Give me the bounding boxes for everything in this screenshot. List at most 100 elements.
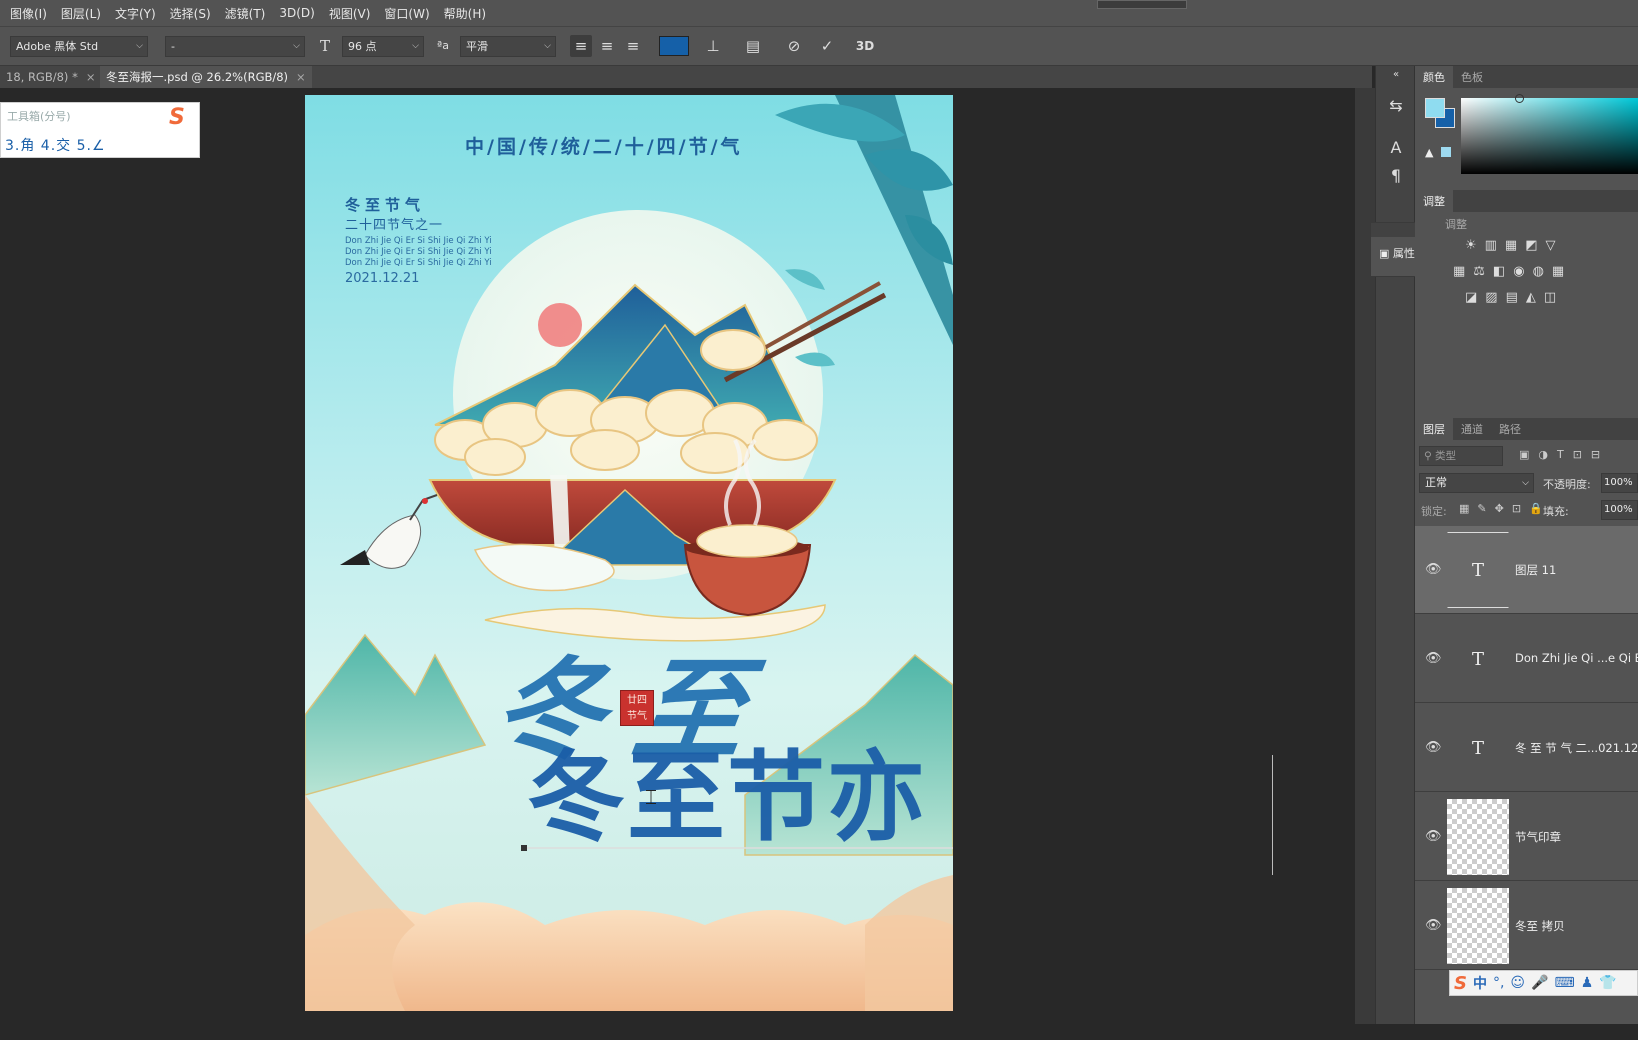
- microphone-icon[interactable]: 🎤: [1531, 975, 1548, 991]
- poster-date: 2021.12.21: [345, 271, 420, 286]
- right-panels: 颜色 色板 ▲ 调整 调整 ☀▥▦◩▽ ▦⚖◧◉◍▦ ◪▨▤◭◫ 图层 通道 路…: [1415, 66, 1638, 1024]
- tab-doc-2[interactable]: 冬至海报一.psd @ 26.2%(RGB/8) ×: [100, 66, 312, 88]
- 3d-button[interactable]: 3D: [854, 35, 876, 57]
- text-cursor-icon: ⌶: [645, 785, 657, 809]
- collapse-icon[interactable]: «: [1376, 66, 1416, 84]
- history-icon[interactable]: ⇆: [1376, 92, 1416, 120]
- skin-icon[interactable]: 👕: [1599, 975, 1616, 991]
- font-family-select[interactable]: Adobe 黑体 Std ⌵: [10, 36, 148, 57]
- align-right-icon[interactable]: ≡: [622, 35, 644, 57]
- layer-name: 图层 11: [1515, 563, 1557, 577]
- poster-pinyin-1: Don Zhi Jie Qi Er Si Shi Jie Qi Zhi Yi: [345, 236, 492, 246]
- eye-icon[interactable]: 👁: [1425, 651, 1442, 666]
- font-size-value: 96 点: [348, 40, 377, 53]
- poster-top-title: 中/国/传/统/二/十/四/节/气: [465, 136, 743, 158]
- close-icon[interactable]: ×: [86, 70, 96, 84]
- adjustment-icons-row-1: ☀▥▦◩▽: [1465, 238, 1564, 253]
- panel-icon-strip: « ⇆ A ¶: [1375, 66, 1415, 1024]
- character-icon[interactable]: A: [1376, 134, 1416, 162]
- commit-icon[interactable]: ✓: [816, 35, 838, 57]
- menu-type[interactable]: 文字(Y): [115, 5, 156, 22]
- text-color-swatch[interactable]: [659, 36, 689, 56]
- adjustment-icons-row-2: ▦⚖◧◉◍▦: [1453, 264, 1573, 279]
- font-style-select[interactable]: - ⌵: [165, 36, 305, 57]
- opacity-label: 不透明度:: [1543, 478, 1591, 491]
- poster-canvas[interactable]: 中/国/传/统/二/十/四/节/气 冬至节气 二十四节气之一 Don Zhi J…: [305, 95, 953, 1011]
- eye-icon[interactable]: 👁: [1425, 918, 1442, 933]
- fill-input[interactable]: 100%: [1601, 500, 1638, 520]
- menu-help[interactable]: 帮助(H): [444, 5, 486, 22]
- emoji-icon[interactable]: ☺: [1510, 975, 1525, 991]
- layer-list: 👁 T 图层 11 👁 T Don Zhi Jie Qi ...e Qi Er …: [1415, 526, 1638, 1040]
- menu-layer[interactable]: 图层(L): [61, 5, 101, 22]
- tab-adjustments[interactable]: 调整: [1415, 190, 1453, 212]
- user-icon[interactable]: ♟: [1581, 975, 1594, 991]
- keyboard-icon[interactable]: ⌨: [1554, 975, 1574, 991]
- poster-solar-term-name: 冬至节气: [345, 196, 426, 214]
- font-size-select[interactable]: 96 点 ⌵: [342, 36, 424, 57]
- paragraph-icon[interactable]: ¶: [1376, 162, 1416, 190]
- layer-name: 冬 至 节 气 二...021.12: [1515, 741, 1638, 755]
- text-layer-icon: T: [1447, 532, 1509, 608]
- menu-select[interactable]: 选择(S): [170, 5, 211, 22]
- foreground-color[interactable]: [1425, 98, 1445, 118]
- layer-row[interactable]: 👁 冬至 拷贝: [1415, 882, 1638, 970]
- color-panel: ▲: [1415, 88, 1638, 190]
- layer-thumbnail: [1447, 799, 1509, 875]
- punctuation-icon[interactable]: °,: [1493, 975, 1504, 991]
- tab-layers[interactable]: 图层: [1415, 418, 1453, 440]
- tab-color[interactable]: 颜色: [1415, 66, 1453, 88]
- align-left-icon[interactable]: ≡: [570, 35, 592, 57]
- color-picker-handle[interactable]: [1515, 94, 1524, 103]
- properties-label[interactable]: 属性: [1393, 247, 1415, 260]
- workspace-switcher[interactable]: [1097, 0, 1187, 9]
- antialias-select[interactable]: 平滑 ⌵: [460, 36, 556, 57]
- layers-panel: ⚲ 类型 ▣◑T⊡⊟ 正常 ⌵ 不透明度: 100% 锁定: ▦✎✥⊡🔒 填充: …: [1415, 440, 1638, 1040]
- layer-thumbnail: [1447, 888, 1509, 964]
- web-color-swatch[interactable]: [1441, 147, 1451, 157]
- menu-view[interactable]: 视图(V): [329, 5, 371, 22]
- eye-icon[interactable]: 👁: [1425, 829, 1442, 844]
- layer-row[interactable]: 👁 T 冬 至 节 气 二...021.12: [1415, 704, 1638, 792]
- align-center-icon[interactable]: ≡: [596, 35, 618, 57]
- menu-bar: 图像(I) 图层(L) 文字(Y) 选择(S) 滤镜(T) 3D(D) 视图(V…: [0, 0, 1638, 26]
- ime-candidates[interactable]: 3.角 4.交 5.∠: [5, 135, 106, 155]
- font-family-value: Adobe 黑体 Std: [16, 40, 99, 53]
- menu-image[interactable]: 图像(I): [10, 5, 47, 22]
- character-panel-icon[interactable]: ▤: [742, 35, 764, 57]
- warp-text-icon[interactable]: ⊥: [702, 35, 724, 57]
- search-icon: ⚲: [1424, 450, 1436, 462]
- opacity-input[interactable]: 100%: [1601, 473, 1638, 493]
- layer-filter-select[interactable]: ⚲ 类型: [1419, 446, 1503, 466]
- eye-icon[interactable]: 👁: [1425, 562, 1442, 577]
- menu-window[interactable]: 窗口(W): [384, 5, 429, 22]
- menu-filter[interactable]: 滤镜(T): [225, 5, 266, 22]
- chevron-down-icon: ⌵: [293, 41, 300, 51]
- layer-row[interactable]: 👁 节气印章: [1415, 793, 1638, 881]
- tab-channels[interactable]: 通道: [1453, 418, 1491, 440]
- color-spectrum[interactable]: [1461, 98, 1638, 174]
- document-tabs: 18, RGB/8) * × 冬至海报一.psd @ 26.2%(RGB/8) ×: [0, 66, 1372, 88]
- chevron-down-icon: ⌵: [544, 41, 551, 51]
- sogou-logo-icon: S: [169, 105, 185, 130]
- cancel-icon[interactable]: ⊘: [783, 35, 805, 57]
- eye-icon[interactable]: 👁: [1425, 740, 1442, 755]
- layer-name: 节气印章: [1515, 830, 1561, 844]
- menu-3d[interactable]: 3D(D): [279, 6, 314, 20]
- close-icon[interactable]: ×: [296, 70, 306, 84]
- options-bar: Adobe 黑体 Std ⌵ - ⌵ T 96 点 ⌵ ªa 平滑 ⌵ ≡ ≡ ≡ ⊥ …: [0, 26, 1638, 66]
- blend-mode-select[interactable]: 正常 ⌵: [1419, 473, 1534, 493]
- layer-row[interactable]: 👁 T Don Zhi Jie Qi ...e Qi Er S: [1415, 615, 1638, 703]
- red-sun: [538, 303, 582, 347]
- tab-doc-1[interactable]: 18, RGB/8) * ×: [0, 66, 101, 88]
- tab-swatches[interactable]: 色板: [1453, 66, 1491, 88]
- ime-mode-button[interactable]: 中: [1473, 973, 1487, 993]
- text-layer-icon: T: [1471, 737, 1484, 759]
- layer-row[interactable]: 👁 T 图层 11: [1415, 526, 1638, 614]
- layer-filter-icons: ▣◑T⊡⊟: [1519, 448, 1610, 461]
- ime-candidate-popup: 工具箱(分号) S 3.角 4.交 5.∠: [0, 102, 200, 158]
- poster-pinyin-2: Don Zhi Jie Qi Er Si Shi Jie Qi Zhi Yi: [345, 247, 492, 257]
- lock-icons: ▦✎✥⊡🔒: [1459, 502, 1551, 515]
- editing-text-layer[interactable]: 冬至节亦: [527, 743, 927, 853]
- tab-paths[interactable]: 路径: [1491, 418, 1529, 440]
